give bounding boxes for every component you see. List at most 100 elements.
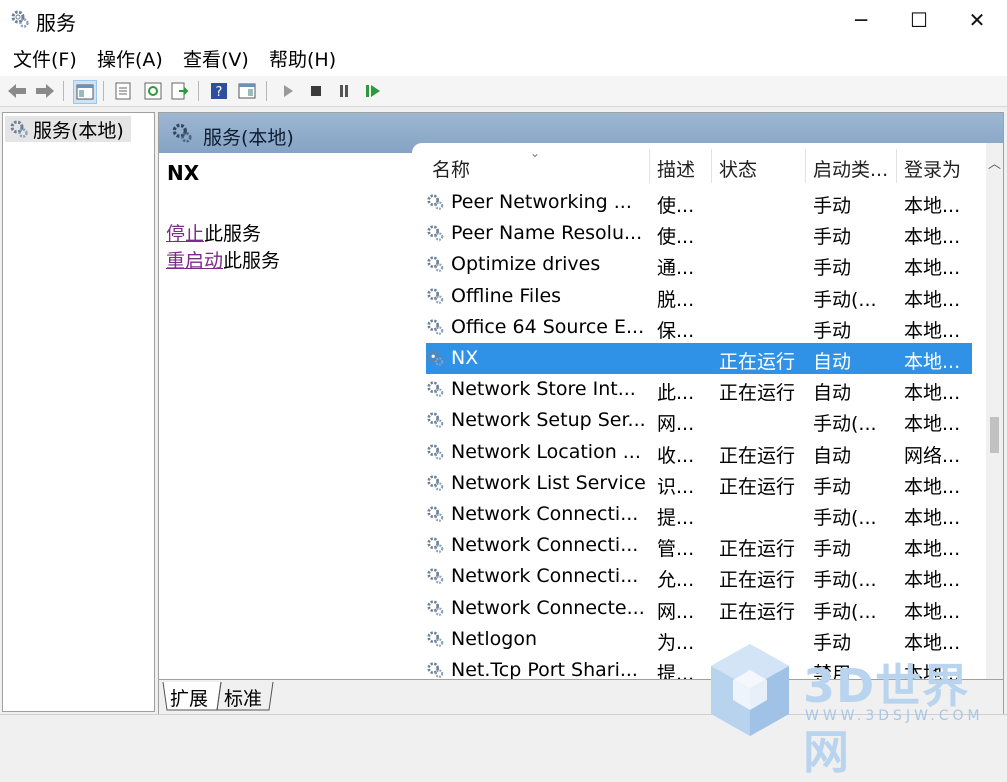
forward-button[interactable]: [34, 80, 56, 102]
tab-extended[interactable]: 扩展: [170, 684, 208, 711]
column-header-startup-type[interactable]: 启动类...: [813, 155, 888, 182]
restart-service-button[interactable]: [362, 80, 384, 102]
service-gear-icon: [427, 256, 444, 273]
service-logon-as: 本地...: [904, 319, 961, 342]
menu-help[interactable]: 帮助(H): [269, 45, 336, 72]
menu-bar: 文件(F) 操作(A) 查看(V) 帮助(H): [0, 40, 1007, 76]
service-description: 为...: [657, 631, 695, 654]
service-gear-icon: [427, 506, 444, 522]
service-row[interactable]: Network Connecte... 网... 正在运行 手动(... 本地...: [426, 593, 972, 624]
selected-service-name: NX: [167, 161, 200, 185]
service-row[interactable]: Offline Files 脱... 手动(... 本地...: [426, 281, 972, 312]
play-icon: [284, 85, 293, 97]
restart-service-link[interactable]: 重启动: [166, 250, 223, 272]
pane-title: 服务(本地): [203, 127, 294, 149]
service-description: 网...: [657, 600, 695, 623]
service-name: Network Store Int...: [451, 378, 636, 401]
maximize-button[interactable]: ☐: [890, 0, 948, 40]
service-row[interactable]: Optimize drives 通... 手动 本地...: [426, 249, 972, 280]
column-divider[interactable]: [649, 149, 650, 183]
scroll-up-icon[interactable]: ︿: [988, 153, 1001, 172]
service-logon-as: 本地...: [904, 257, 961, 280]
service-row[interactable]: Peer Name Resolu... 使... 手动 本地...: [426, 218, 972, 249]
service-row[interactable]: Network Location ... 收... 正在运行 自动 网络...: [426, 437, 972, 468]
column-header-name[interactable]: 名称: [432, 155, 470, 182]
service-description: 识...: [657, 475, 695, 498]
service-description: 提...: [657, 663, 695, 679]
restart-service-suffix: 此服务: [223, 250, 281, 272]
arrow-right-icon: [36, 84, 54, 98]
tree-item-services-local[interactable]: 服务(本地): [5, 116, 131, 142]
service-description: 此...: [657, 382, 695, 405]
stop-service-button[interactable]: [305, 80, 327, 102]
services-app-icon: [11, 10, 29, 28]
service-logon-as: 本地...: [904, 413, 961, 436]
refresh-icon: [144, 82, 162, 100]
service-row[interactable]: Network Store Int... 此... 正在运行 自动 本地...: [426, 374, 972, 405]
service-row[interactable]: Peer Networking ... 使... 手动 本地...: [426, 187, 972, 218]
service-startup-type: 自动: [813, 382, 852, 405]
service-row[interactable]: Network Setup Ser... 网... 手动(... 本地...: [426, 405, 972, 436]
service-gear-icon: [427, 537, 444, 554]
svg-text:?: ?: [216, 85, 223, 100]
service-name: Peer Networking ...: [451, 191, 632, 213]
service-name: Peer Name Resolu...: [451, 222, 643, 245]
menu-file[interactable]: 文件(F): [13, 45, 77, 72]
watermark: 3D世界网 WWW.3DSJW.COM: [705, 640, 1005, 779]
column-divider[interactable]: [805, 149, 806, 183]
show-hide-tree-button[interactable]: [73, 80, 97, 104]
properties-button[interactable]: [112, 80, 134, 102]
service-row[interactable]: NX 正在运行 自动 本地...: [426, 343, 972, 374]
scroll-thumb[interactable]: [990, 417, 999, 453]
service-logon-as: 本地...: [904, 288, 961, 311]
properties-icon: [115, 82, 131, 100]
export-list-button[interactable]: [169, 80, 191, 102]
service-logon-as: 本地...: [904, 475, 961, 498]
column-divider[interactable]: [896, 149, 897, 183]
restart-service-action: 重启动此服务: [166, 246, 280, 273]
close-button[interactable]: ✕: [948, 0, 1006, 40]
toolbar-separator: [63, 81, 64, 101]
start-service-button[interactable]: [277, 80, 299, 102]
service-gear-icon: [427, 381, 444, 398]
stop-service-link[interactable]: 停止: [166, 223, 204, 245]
service-startup-type: 自动: [813, 444, 852, 467]
menu-action[interactable]: 操作(A): [97, 45, 163, 72]
refresh-button[interactable]: [142, 80, 164, 102]
column-header-description[interactable]: 描述: [657, 155, 695, 182]
service-name: Network Connecti...: [451, 565, 639, 588]
column-header-status[interactable]: 状态: [719, 155, 757, 182]
vertical-scrollbar[interactable]: ︿: [986, 143, 1003, 679]
column-header-logon-as[interactable]: 登录为: [904, 155, 961, 182]
minimize-button[interactable]: ─: [832, 0, 890, 40]
action-pane-button[interactable]: [236, 80, 258, 102]
service-status: 正在运行: [719, 538, 796, 561]
service-gear-icon: [427, 194, 444, 210]
column-divider[interactable]: [711, 149, 712, 183]
service-row[interactable]: Network Connecti... 提... 手动(... 本地...: [426, 499, 972, 530]
service-startup-type: 手动: [813, 195, 852, 217]
service-logon-as: 本地...: [904, 195, 961, 217]
service-row[interactable]: Network Connecti... 管... 正在运行 手动 本地...: [426, 530, 972, 561]
help-button[interactable]: ?: [208, 80, 230, 102]
toolbar-separator: [198, 81, 199, 101]
stop-service-suffix: 此服务: [204, 223, 262, 245]
service-row[interactable]: Office 64 Source E... 保... 手动 本地...: [426, 312, 972, 343]
service-gear-icon: [427, 568, 444, 585]
services-list: ⌄ 名称 描述 状态 启动类... 登录为 Peer Networking ..…: [412, 143, 1003, 679]
tab-standard[interactable]: 标准: [224, 684, 262, 711]
service-status: 正在运行: [719, 569, 796, 592]
menu-view[interactable]: 查看(V): [183, 45, 249, 72]
pause-service-button[interactable]: [333, 80, 355, 102]
back-button[interactable]: [6, 80, 28, 102]
service-row[interactable]: Network List Service 识... 正在运行 手动 本地...: [426, 468, 972, 499]
service-gear-icon: [427, 443, 444, 460]
export-icon: [171, 82, 189, 100]
console-tree-icon: [76, 84, 94, 100]
service-startup-type: 手动: [813, 226, 852, 249]
service-gear-icon: [427, 319, 444, 335]
service-gear-icon: [427, 350, 444, 366]
service-logon-as: 本地...: [904, 600, 961, 623]
service-name: Office 64 Source E...: [451, 315, 645, 338]
service-row[interactable]: Network Connecti... 允... 正在运行 手动(... 本地...: [426, 561, 972, 592]
